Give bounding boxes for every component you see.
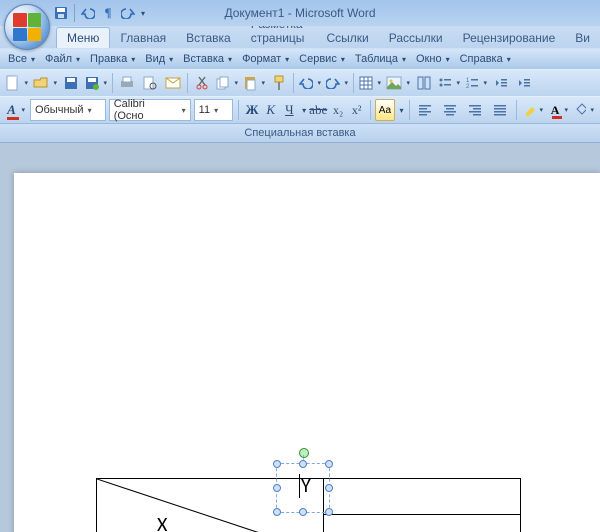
tab-mailings[interactable]: Рассылки: [379, 28, 453, 48]
paste-button[interactable]: [241, 72, 267, 94]
subscript-button[interactable]: x₂: [330, 100, 346, 120]
strikethrough-button[interactable]: abe: [309, 100, 327, 120]
numbering-button[interactable]: 12: [463, 72, 489, 94]
qat-redo-button[interactable]: [119, 4, 137, 22]
table-cell-x[interactable]: X: [127, 513, 167, 532]
font-color-icon-button[interactable]: A: [4, 99, 27, 121]
formatting-toolbar: A Обычный▾ Calibri (Осно▾ 11▾ Ж К Ч ▾ ab…: [0, 96, 600, 124]
menu-window[interactable]: Окно▾: [412, 51, 454, 67]
menu-help[interactable]: Справка▾: [456, 51, 515, 67]
resize-handle-n[interactable]: [299, 460, 307, 468]
save-button[interactable]: [60, 72, 82, 94]
font-size-combo[interactable]: 11▾: [194, 99, 234, 121]
columns-button[interactable]: [413, 72, 435, 94]
ribbon-group-label: Специальная вставка: [0, 124, 600, 143]
document-workspace: X Y: [0, 143, 600, 532]
increase-indent-button[interactable]: [513, 72, 535, 94]
open-button[interactable]: [31, 72, 59, 94]
office-button[interactable]: [4, 4, 50, 50]
save-as-button[interactable]: [83, 72, 109, 94]
text-box-content[interactable]: Y: [299, 474, 311, 498]
print-button[interactable]: [116, 72, 138, 94]
underline-dropdown[interactable]: ▾: [302, 106, 306, 115]
tab-menu[interactable]: Меню: [56, 27, 110, 48]
menu-edit[interactable]: Правка▾: [86, 51, 139, 67]
menu-view[interactable]: Вид▾: [141, 51, 177, 67]
svg-text:2: 2: [466, 84, 470, 89]
title-bar: ¶ ▾ Документ1 - Microsoft Word: [0, 0, 600, 26]
copy-button[interactable]: [214, 72, 240, 94]
tab-references[interactable]: Ссылки: [317, 28, 379, 48]
bold-button[interactable]: Ж: [244, 100, 260, 120]
decrease-indent-button[interactable]: [490, 72, 512, 94]
insert-picture-button[interactable]: [384, 72, 412, 94]
align-center-button[interactable]: [439, 99, 461, 121]
resize-handle-sw[interactable]: [273, 508, 281, 516]
menu-file[interactable]: Файл▾: [41, 51, 84, 67]
tab-view[interactable]: Ви: [565, 28, 600, 48]
format-painter-button[interactable]: [268, 72, 290, 94]
change-case-dropdown[interactable]: ▾: [400, 106, 404, 115]
font-size-value: 11: [199, 104, 210, 116]
classic-menu-bar: Все▾ Файл▾ Правка▾ Вид▾ Вставка▾ Формат▾…: [0, 48, 600, 69]
menu-insert[interactable]: Вставка▾: [179, 51, 236, 67]
underline-button[interactable]: Ч: [282, 100, 298, 120]
resize-handle-e[interactable]: [325, 484, 333, 492]
tab-review[interactable]: Рецензирование: [453, 28, 566, 48]
mail-button[interactable]: [162, 72, 184, 94]
style-combo[interactable]: Обычный▾: [30, 99, 106, 121]
superscript-button[interactable]: x²: [349, 100, 365, 120]
font-combo[interactable]: Calibri (Осно▾: [109, 99, 191, 121]
shading-button[interactable]: [573, 99, 596, 121]
align-left-button[interactable]: [414, 99, 436, 121]
menu-table[interactable]: Таблица▾: [351, 51, 410, 67]
qat-pilcrow-button[interactable]: ¶: [99, 4, 117, 22]
resize-handle-ne[interactable]: [325, 460, 333, 468]
tab-home[interactable]: Главная: [110, 28, 176, 48]
selected-text-box[interactable]: Y: [276, 463, 330, 513]
document-page[interactable]: X Y: [14, 173, 600, 532]
new-doc-button[interactable]: [4, 72, 30, 94]
svg-text:1: 1: [466, 78, 470, 84]
align-right-button[interactable]: [464, 99, 486, 121]
ribbon-tabs: Меню Главная Вставка Разметка страницы С…: [0, 26, 600, 48]
bullets-button[interactable]: [436, 72, 462, 94]
italic-button[interactable]: К: [263, 100, 279, 120]
redo-button[interactable]: [324, 72, 350, 94]
resize-handle-w[interactable]: [273, 484, 281, 492]
menu-tools[interactable]: Сервис▾: [295, 51, 349, 67]
justify-button[interactable]: [489, 99, 511, 121]
resize-handle-s[interactable]: [299, 508, 307, 516]
font-combo-value: Calibri (Осно: [114, 98, 178, 122]
undo-button[interactable]: [297, 72, 323, 94]
print-preview-button[interactable]: [139, 72, 161, 94]
menu-all[interactable]: Все▾: [4, 51, 39, 67]
font-color-button[interactable]: A: [548, 99, 570, 121]
cut-button[interactable]: [191, 72, 213, 94]
insert-table-button[interactable]: [357, 72, 383, 94]
change-case-button[interactable]: Aa: [375, 99, 394, 121]
resize-handle-nw[interactable]: [273, 460, 281, 468]
qat-undo-button[interactable]: [79, 4, 97, 22]
standard-toolbar: 12: [0, 69, 600, 96]
menu-format[interactable]: Формат▾: [238, 51, 293, 67]
quick-access-toolbar: ¶ ▾: [52, 4, 145, 22]
rotate-handle[interactable]: [299, 448, 309, 458]
qat-customize-dropdown[interactable]: ▾: [141, 9, 145, 18]
style-combo-value: Обычный: [35, 104, 84, 116]
tab-insert[interactable]: Вставка: [176, 28, 241, 48]
qat-save-button[interactable]: [52, 4, 70, 22]
highlight-button[interactable]: [522, 99, 545, 121]
resize-handle-se[interactable]: [325, 508, 333, 516]
